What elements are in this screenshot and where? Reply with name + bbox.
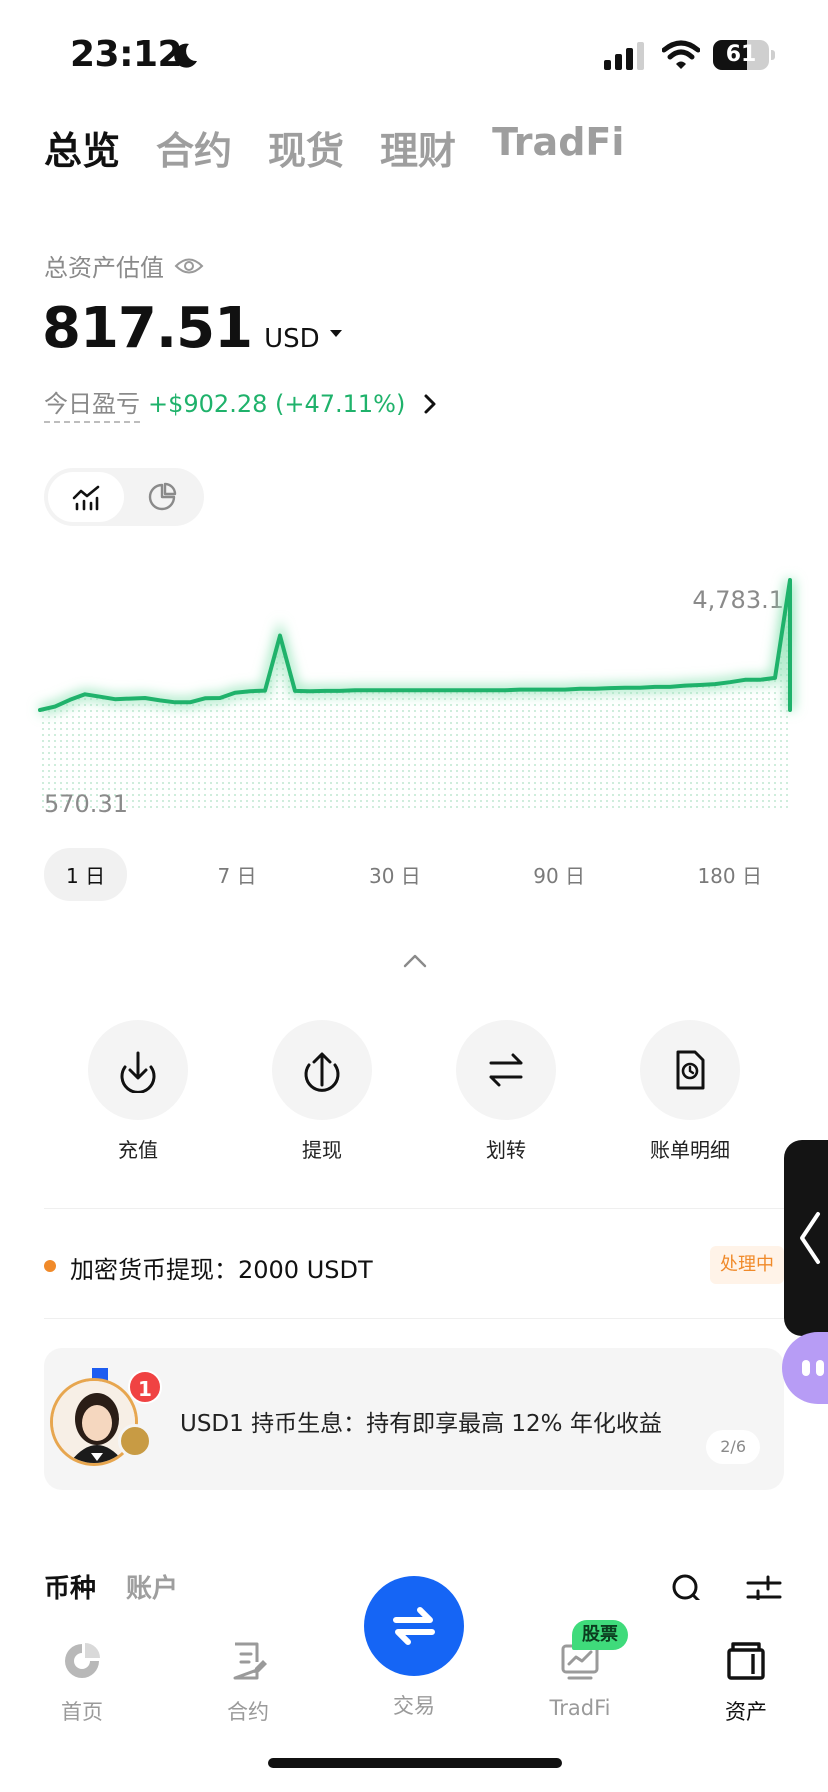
wallet-icon — [727, 1642, 765, 1680]
assistant-avatar-group[interactable]: 1 — [36, 1368, 166, 1484]
chart-min-label: 570.31 — [44, 790, 128, 818]
tab-overview[interactable]: 总览 — [44, 120, 120, 175]
bill-details-button[interactable]: 账单明细 — [620, 1020, 760, 1163]
total-assets-value: 817.51 — [42, 296, 253, 361]
asset-chart[interactable] — [38, 570, 794, 820]
today-pnl-label: 今日盈亏 — [44, 384, 140, 423]
transfer-label: 划转 — [486, 1138, 526, 1162]
withdrawal-notice-text: 加密货币提现：2000 USDT — [70, 1256, 373, 1284]
bill-details-label: 账单明细 — [650, 1138, 730, 1162]
pie-chart-toggle[interactable] — [124, 472, 200, 522]
tab-futures[interactable]: 合约 — [156, 120, 232, 175]
withdraw-label: 提现 — [302, 1138, 342, 1162]
range-30d[interactable]: 30 日 — [347, 848, 443, 901]
battery-text: 61 — [725, 42, 757, 67]
usdt-coin-icon — [118, 1424, 152, 1458]
divider — [44, 1318, 784, 1319]
moon-icon — [174, 43, 197, 68]
currency-selector[interactable]: USD — [264, 324, 320, 354]
status-bar: 23:12 61 — [0, 0, 828, 110]
total-assets-value-row: 817.51 USD — [42, 296, 344, 361]
pie-chart-icon — [148, 482, 177, 511]
deposit-label: 充值 — [118, 1138, 158, 1162]
nav-home-label: 首页 — [61, 1700, 103, 1724]
quick-actions: 充值 提现 划转 账单明细 — [44, 1020, 784, 1163]
nav-assets[interactable]: 资产 — [686, 1640, 806, 1726]
assistant-eye — [802, 1360, 810, 1376]
side-drawer-handle[interactable] — [784, 1140, 828, 1336]
today-pnl-value: +$902.28 (+47.11%) — [148, 389, 406, 418]
notification-badge: 1 — [128, 1370, 162, 1404]
nav-tradfi-label: TradFi — [549, 1696, 611, 1720]
nav-trade-label: 交易 — [393, 1694, 435, 1718]
stocks-badge: 股票 — [572, 1620, 628, 1650]
deposit-button[interactable]: 充值 — [68, 1020, 208, 1163]
range-7d[interactable]: 7 日 — [196, 848, 279, 901]
deposit-icon — [120, 1051, 156, 1093]
total-assets-header: 总资产估值 — [44, 248, 204, 283]
wifi-icon — [662, 40, 700, 69]
time-range-tabs: 1 日 7 日 30 日 90 日 180 日 — [44, 847, 784, 901]
transfer-icon — [489, 1053, 523, 1087]
chevron-up-icon[interactable] — [402, 952, 428, 970]
trade-button[interactable] — [364, 1576, 464, 1676]
promo-page-indicator: 2/6 — [706, 1430, 760, 1464]
asset-chart-svg — [38, 578, 794, 808]
contract-icon — [233, 1642, 267, 1680]
tab-earn[interactable]: 理财 — [380, 120, 456, 175]
nav-futures[interactable]: 合约 — [188, 1640, 308, 1726]
withdraw-button[interactable]: 提现 — [252, 1020, 392, 1163]
swap-arrows-icon — [393, 1607, 435, 1645]
promo-banner[interactable]: 1 USD1 持币生息：持有即享最高 12% 年化收益 2/6 — [44, 1348, 784, 1490]
nav-assets-label: 资产 — [725, 1700, 767, 1724]
caret-down-icon[interactable] — [328, 327, 344, 339]
promo-text: USD1 持币生息：持有即享最高 12% 年化收益 — [180, 1411, 662, 1437]
tab-tradfi[interactable]: TradFi — [492, 120, 624, 175]
status-time: 23:12 — [70, 34, 183, 75]
eye-icon[interactable] — [174, 255, 204, 277]
chart-type-toggle — [44, 468, 204, 526]
top-tabs: 总览 合约 现货 理财 TradFi — [44, 120, 624, 175]
nav-home[interactable]: 首页 — [22, 1640, 142, 1726]
total-assets-label: 总资产估值 — [44, 254, 164, 282]
nav-tradfi[interactable]: TradFi — [520, 1640, 640, 1720]
withdrawal-notice[interactable]: 加密货币提现：2000 USDT 处理中 — [40, 1240, 784, 1290]
processing-badge: 处理中 — [710, 1246, 784, 1284]
range-1d[interactable]: 1 日 — [44, 847, 128, 901]
battery-icon: 61 — [713, 40, 775, 70]
nav-futures-label: 合约 — [227, 1700, 269, 1724]
withdraw-icon — [304, 1052, 340, 1092]
chevron-left-icon — [800, 1212, 820, 1264]
divider — [44, 1208, 784, 1209]
transfer-button[interactable]: 划转 — [436, 1020, 576, 1163]
cellular-signal-icon — [604, 42, 644, 70]
status-dot — [44, 1260, 56, 1272]
range-180d[interactable]: 180 日 — [675, 848, 784, 901]
chevron-right-icon[interactable] — [421, 393, 439, 415]
line-chart-icon — [72, 485, 100, 511]
line-chart-toggle[interactable] — [48, 472, 124, 522]
tab-spot[interactable]: 现货 — [268, 120, 344, 175]
home-indicator — [268, 1758, 562, 1768]
assistant-eye — [816, 1360, 824, 1376]
today-pnl-row[interactable]: 今日盈亏 +$902.28 (+47.11%) — [44, 384, 439, 423]
range-90d[interactable]: 90 日 — [511, 848, 607, 901]
ai-assistant-bubble[interactable] — [782, 1332, 828, 1404]
bill-icon — [676, 1050, 705, 1090]
home-icon — [65, 1643, 100, 1678]
